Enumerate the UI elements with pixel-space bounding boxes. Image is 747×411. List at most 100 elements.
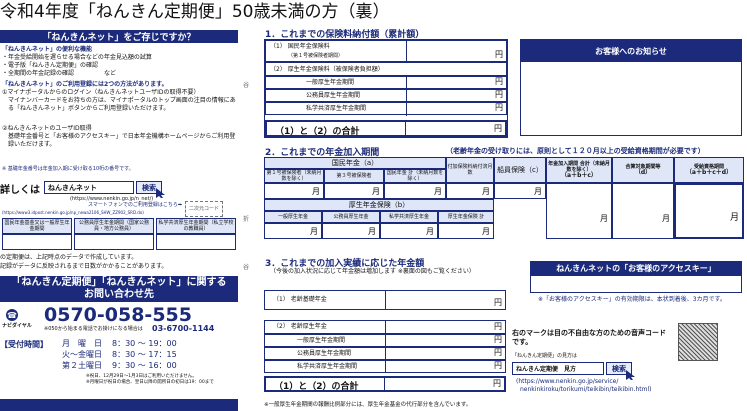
howto-search-box[interactable]: ねんきん定期便 見方 bbox=[512, 362, 604, 375]
smartphone-url[interactable]: (https://www3.idpost.nenkin.go.jp/np_new… bbox=[2, 210, 144, 216]
hours-day: 火〜金曜日 bbox=[62, 350, 102, 359]
godo-header: 合算対象期間等 （d） bbox=[612, 157, 674, 183]
month-cell: 月 bbox=[438, 223, 494, 239]
row-label: 公務員厚生年金期間 bbox=[297, 350, 352, 357]
fund-cell bbox=[2, 234, 72, 250]
month-cell: 月 bbox=[612, 183, 674, 239]
access-key-note: ※ 基礎年金番号は年金加入期に受け取る10桁の番号です。 bbox=[2, 166, 134, 172]
yen-unit: 円 bbox=[494, 335, 502, 344]
access-key-box bbox=[530, 275, 742, 293]
row-label: （2） 厚生年金保険料（被保険者負担額） bbox=[270, 66, 384, 73]
section3-row: 一般厚生年金期間 円 bbox=[264, 334, 506, 347]
smartphone-note[interactable]: スマートフォンでのご利用登録はこちら➡ bbox=[88, 202, 182, 208]
month-cell: 月 bbox=[674, 183, 744, 239]
hours-day: 第２土曜日 bbox=[62, 361, 102, 370]
month-cell: 月 bbox=[494, 183, 546, 199]
cursor-arrow-icon bbox=[626, 370, 635, 380]
row-label: 一般厚生年金期間 bbox=[306, 79, 355, 86]
feature-item: ・年金受給開始を遅らせる場合などの年金見込額の試算 bbox=[2, 54, 152, 61]
nenkin-net-header: 「ねんきんネット」をご存じですか？ bbox=[0, 30, 238, 43]
yen-unit: 円 bbox=[495, 103, 503, 112]
kosei-col: 公務員厚生年金 bbox=[322, 211, 380, 223]
feature-item: ・全期間の年金記録の確認 など bbox=[2, 70, 117, 77]
contact-title: 「ねんきん定期便」「ねんきんネット」に関する お問い合わせ先 bbox=[0, 276, 238, 302]
fund-cell bbox=[74, 234, 154, 250]
voice-code-text: 右のマークは目の不自由な方のための音声コードです。 bbox=[512, 329, 666, 346]
fold-mark: 谷 bbox=[243, 82, 250, 89]
search-value: ねんきんネット bbox=[48, 183, 97, 192]
yen-unit: 円 bbox=[495, 50, 503, 59]
phone-number: 0570-058-555 bbox=[44, 304, 192, 326]
yen-unit: 円 bbox=[495, 77, 503, 86]
fund-header: 国民年金基金又は一般厚生年金期間 bbox=[2, 218, 72, 234]
yen-unit: 円 bbox=[495, 90, 503, 99]
section3-footnote: ※一般厚生年金期間の報酬比例部分には、厚生年金基金の代行部分を含んでいます。 bbox=[264, 402, 472, 408]
bottom-band bbox=[0, 399, 238, 411]
yen-unit: 円 bbox=[494, 361, 502, 370]
yen-unit: 円 bbox=[494, 298, 502, 307]
yen-unit: 円 bbox=[494, 348, 502, 357]
svg-text:☎: ☎ bbox=[7, 311, 17, 320]
section2-table: 国民年金（a） 第１号被保険者（未納月数を除く） 第３号被保険者 国民年金 計（… bbox=[264, 157, 744, 247]
note-line: の定期便は、上記時点のデータで作成しています。 bbox=[0, 254, 138, 261]
yen-unit: 円 bbox=[493, 379, 501, 388]
convenience-title: 「ねんきんネット」の便利な機能 bbox=[2, 46, 93, 53]
kokumin-header: 国民年金（a） bbox=[264, 157, 446, 169]
navi-dial-label: ナビダイヤル bbox=[2, 323, 32, 329]
hours-label: 【受付時間】 bbox=[0, 340, 48, 349]
month-cell: 月 bbox=[446, 183, 494, 199]
jukyu-header: 受給資格期間 （a＋b＋c＋d） bbox=[674, 157, 744, 183]
kosei-col: 一般厚生年金 bbox=[264, 211, 322, 223]
kanyu-total-header: 年金加入期間 合計（未納月数を除く） （a＋b＋c） bbox=[546, 157, 612, 183]
method-1: ①マイナポータルからのログイン（ねんきんネットユーザIDの取得不要） bbox=[2, 89, 200, 96]
hours-day: 月 曜 日 bbox=[62, 339, 102, 348]
row-sublabel: （第１号被保険者期間） bbox=[288, 53, 344, 59]
howto-search-value: ねんきん定期便 見方 bbox=[516, 366, 577, 373]
section3-row: （2） 老齢厚生年金 円 bbox=[264, 320, 506, 334]
search-box[interactable]: ねんきんネット bbox=[44, 181, 134, 194]
fund-header: 公務員厚生年金期間（国家公務員・地方公務員） bbox=[74, 218, 154, 234]
section1-row: （2） 厚生年金保険料（被保険者負担額） bbox=[265, 62, 507, 76]
section3-row: 私学共済厚生年金期間 円 bbox=[264, 360, 506, 373]
notice-box: お客様へのお知らせ bbox=[520, 39, 742, 136]
section1-table: （1） 国民年金保険料 （第１号被保険者期間） 円 （2） 厚生年金保険料（被保… bbox=[264, 39, 508, 138]
hours-time: 9：30 〜 16：00 bbox=[112, 361, 177, 370]
month-cell: 月 bbox=[546, 183, 612, 239]
qr-code-placeholder: 二次元コード bbox=[185, 201, 223, 217]
total-label: （1）と（2）の合計 bbox=[275, 127, 360, 137]
section2-note: （老齢年金の受け取りには、原則として１２０月以上の受給資格期間が必要です） bbox=[446, 147, 705, 155]
kosei-col: 厚生年金保険 計 bbox=[438, 211, 494, 223]
howto-url[interactable]: (https://www.nenkin.go.jp/service/ bbox=[516, 378, 618, 386]
row-label: 私学共済厚生年金期間 bbox=[306, 105, 367, 112]
cursor-arrow-icon bbox=[156, 188, 165, 198]
search-prefix: 詳しくは bbox=[0, 185, 40, 196]
section1-row: （1） 国民年金保険料 （第１号被保険者期間） 円 bbox=[265, 40, 507, 63]
yen-unit: 円 bbox=[494, 322, 502, 331]
section3-subtitle: （今後の加入状況に応じて年金額は増加します ※裏面の図もご覧ください） bbox=[270, 268, 475, 275]
access-key-title: ねんきんネットの「お客様のアクセスキー」 bbox=[530, 261, 742, 275]
notice-title: お客様へのお知らせ bbox=[521, 40, 741, 62]
month-cell: 月 bbox=[380, 223, 438, 239]
feature-item: ・電子版「ねんきん定期便」の確認 bbox=[2, 62, 99, 69]
section3-row: 公務員厚生年金期間 円 bbox=[264, 347, 506, 360]
row-label: （2） 老齢厚生年金 bbox=[273, 323, 327, 330]
row-label: （1） 老齢基礎年金 bbox=[273, 296, 327, 303]
kokumin-col: 第３号被保険者 bbox=[324, 169, 384, 183]
ip-phone-note: ※050から始まる電話でお掛けになる場合は bbox=[44, 326, 143, 332]
row-label: 公務員厚生年金期間 bbox=[306, 92, 361, 99]
howto-url[interactable]: nenkinkiroku/torikumi/teikibin/teikibin.… bbox=[520, 386, 651, 394]
senin-header: 船員保険（c） bbox=[494, 157, 546, 183]
kokumin-col: 国民年金 計（未納月数を除く） bbox=[384, 169, 446, 183]
note-line: 記録がデータに反映されるまで日数がかかることがあります。 bbox=[0, 263, 168, 270]
row-label: （1） 国民年金保険料 bbox=[270, 43, 330, 50]
section1-row: 一般厚生年金期間 円 bbox=[265, 76, 507, 90]
kokumin-col: 第１号被保険者（未納月数を除く） bbox=[264, 169, 324, 183]
hours-time: 8：30 〜 19：00 bbox=[112, 339, 177, 348]
navi-dial-logo-icon: ☎ bbox=[6, 309, 18, 321]
method-2: ②ねんきんネットのユーザID取得 bbox=[2, 125, 92, 132]
month-cell: 月 bbox=[322, 223, 380, 239]
hours-note: ※月曜日が祝日の場合、翌日以降の開所日の初日は19：00まで bbox=[86, 380, 214, 385]
method-1-detail: マイナンバーカードをお持ちの方は、マイナポータルのトップ画面の注目の情報にある「… bbox=[8, 97, 236, 112]
method-2-detail: 基礎年金番号と「お客様のアクセスキー」で日本年金機構ホームページからご利用登録い… bbox=[8, 133, 236, 148]
section1-row: 私学共済厚生年金期間 円 bbox=[265, 102, 507, 116]
